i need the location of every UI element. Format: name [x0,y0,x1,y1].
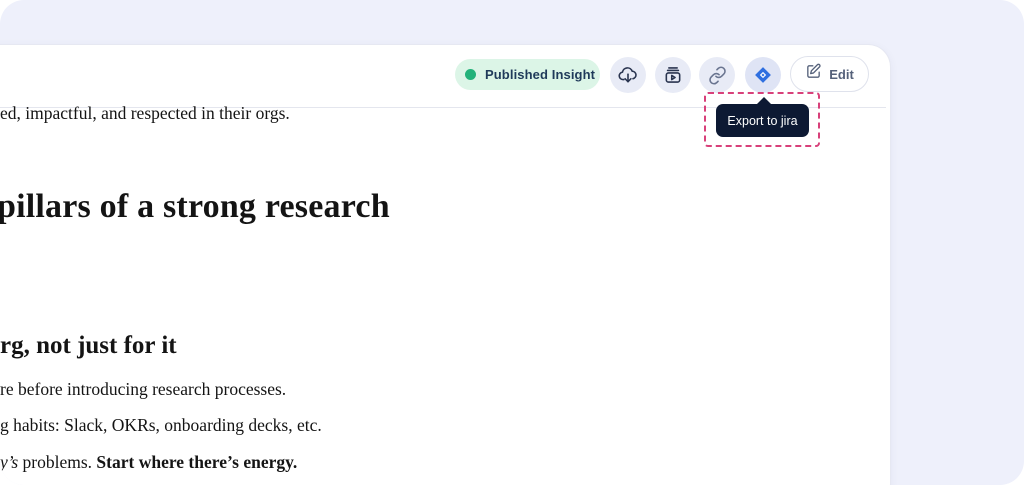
export-to-jira-tooltip: Export to jira [716,104,809,137]
sub-heading: rg, not just for it [0,332,177,359]
copy-link-button[interactable] [699,57,735,93]
line3-text: problems. [18,452,97,472]
status-label: Published Insight [485,67,596,82]
status-badge[interactable]: Published Insight [455,59,600,90]
insight-document-card: Published Insight Edit Export to jira ed… [0,45,890,485]
status-dot [465,69,476,80]
video-library-button[interactable] [655,57,691,93]
edit-button[interactable]: Edit [790,56,869,92]
cloud-download-icon [618,65,638,85]
line3-bold: Start where there’s energy. [96,452,298,472]
intro-text: ed, impactful, and respected in their or… [0,103,290,123]
section-heading: opillars of a strong research [0,188,390,226]
paragraph-line-2: g habits: Slack, OKRs, onboarding decks,… [0,415,322,435]
section-heading-text: pillars of a strong research [0,188,390,225]
paragraph-line-1: re before introducing research processes… [0,379,287,399]
tooltip-arrow [757,97,771,104]
paragraph-line-3: y’s problems. Start where there’s energy… [0,452,297,473]
page-background: Published Insight Edit Export to jira ed… [0,0,1024,485]
link-icon [708,65,727,85]
tooltip-label: Export to jira [727,113,798,128]
edit-icon [805,63,822,85]
video-library-icon [663,65,683,85]
export-to-jira-button[interactable] [745,57,781,93]
line3-italic: y’s [0,452,19,472]
jira-icon [753,65,773,85]
download-button[interactable] [610,57,646,93]
edit-button-label: Edit [829,66,854,82]
